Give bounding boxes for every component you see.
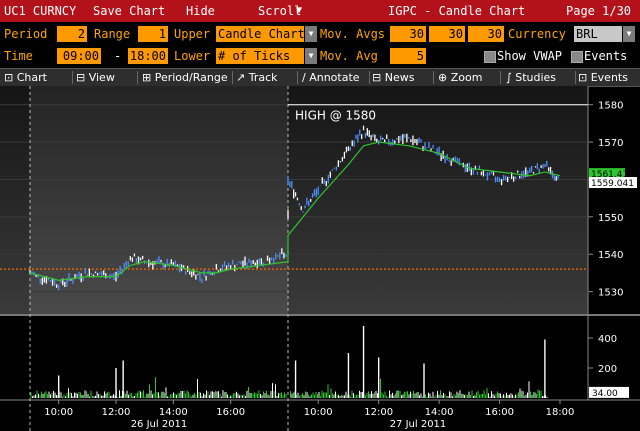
last-price-value: 1559.041: [591, 179, 634, 189]
price-tick-label: 1530: [598, 288, 623, 299]
currency-label: Currency: [508, 27, 566, 41]
mov-avg-input-2[interactable]: 30: [429, 26, 465, 42]
lower-dropdown-icon[interactable]: ▼: [305, 48, 317, 64]
scroll-button[interactable]: Scroll: [258, 0, 301, 22]
volume-axis: 400 200: [588, 334, 617, 375]
time-tick-label: 14:00: [425, 407, 454, 418]
mov-avg-lower-input[interactable]: 5: [390, 48, 426, 64]
upper-select[interactable]: Candle Chart: [216, 26, 305, 42]
toolbar-view-button[interactable]: ⊟ View: [76, 69, 115, 86]
toolbar-zoom-label: Zoom: [450, 71, 483, 84]
time-axis: 10:00 12:00 14:00 16:00 10:00 12:00 14:00 16:00…: [44, 400, 574, 430]
scroll-dropdown-icon[interactable]: ▼: [296, 0, 302, 22]
time-end-input[interactable]: 18:00: [128, 48, 168, 64]
time-tick-label: 12:00: [102, 407, 131, 418]
toolbar-annotate-label: Annotate: [309, 71, 360, 84]
toolbar-news-label: News: [384, 71, 415, 84]
time-tick-label: 16:00: [485, 407, 514, 418]
date-label: 27 Jul 2011: [390, 419, 447, 430]
upper-dropdown-icon[interactable]: ▼: [305, 26, 317, 42]
title-bar: UC1 CURNCY Save Chart Hide Scroll ▼ IGPC…: [0, 0, 640, 22]
toolbar-divider: [433, 71, 434, 84]
toolbar-divider: [72, 71, 73, 84]
period-icon: ⊞: [142, 71, 152, 84]
show-vwap-label: Show VWAP: [497, 49, 563, 63]
upper-label: Upper: [174, 27, 211, 41]
save-chart-button[interactable]: Save Chart: [93, 0, 165, 22]
range-label: Range: [94, 27, 131, 41]
lower-label: Lower: [174, 49, 211, 63]
toolbar-news-button[interactable]: ⊟ News: [372, 69, 414, 86]
show-vwap-checkbox[interactable]: [484, 51, 496, 63]
lower-select[interactable]: # of Ticks: [216, 48, 304, 64]
annotate-icon: ∕: [302, 71, 306, 84]
toolbar-studies-button[interactable]: ∫ Studies: [506, 69, 556, 86]
toolbar-chart-label: Chart: [16, 71, 47, 84]
high-annotation-label: HIGH @ 1580: [295, 109, 376, 123]
mov-avg-input-1[interactable]: 30: [390, 26, 426, 42]
time-tick-label: 10:00: [44, 407, 73, 418]
volume-panel-background: [0, 318, 588, 400]
time-separator: -: [114, 49, 122, 63]
volume-tick-label: 200: [598, 364, 617, 375]
toolbar-divider: [137, 71, 138, 84]
toolbar-divider: [500, 71, 501, 84]
events-icon: ⊡: [578, 71, 588, 84]
time-tick-label: 12:00: [364, 407, 393, 418]
mov-avgs-label: Mov. Avgs: [320, 27, 386, 41]
chart-icon: ⊡: [4, 71, 14, 84]
toolbar-chart-button[interactable]: ⊡ Chart: [4, 69, 47, 86]
currency-dropdown-icon[interactable]: ▼: [623, 26, 635, 42]
price-chart[interactable]: 158015701560155015401530 400200 10:0012:…: [0, 86, 640, 431]
period-label: Period: [4, 27, 48, 41]
chart-toolbar: ⊡ Chart ⊟ View ⊞ Period/Range ↗ Track ∕ …: [0, 68, 640, 87]
mov-avg-label: Mov. Avg: [320, 49, 378, 63]
toolbar-studies-label: Studies: [515, 71, 557, 84]
toolbar-period-button[interactable]: ⊞ Period/Range: [142, 69, 228, 86]
toolbar-events-label: Events: [590, 71, 628, 84]
zoom-icon: ⊕: [438, 71, 448, 84]
time-start-input[interactable]: 09:00: [57, 48, 101, 64]
view-icon: ⊟: [76, 71, 86, 84]
volume-tick-label: 400: [598, 334, 617, 345]
events-checkbox[interactable]: [571, 51, 583, 63]
toolbar-view-label: View: [88, 71, 115, 84]
range-input[interactable]: 1: [138, 26, 168, 42]
time-tick-label: 16:00: [216, 407, 245, 418]
studies-icon: ∫: [506, 71, 512, 84]
news-icon: ⊟: [372, 71, 382, 84]
toolbar-divider: [232, 71, 233, 84]
toolbar-events-button[interactable]: ⊡ Events: [578, 69, 628, 86]
toolbar-zoom-button[interactable]: ⊕ Zoom: [438, 69, 482, 86]
toolbar-divider: [575, 71, 576, 84]
toolbar-annotate-button[interactable]: ∕ Annotate: [302, 69, 360, 86]
toolbar-period-label: Period/Range: [154, 71, 228, 84]
track-icon: ↗: [236, 71, 246, 84]
toolbar-divider: [297, 71, 298, 84]
ticker-label: UC1 CURNCY: [4, 4, 77, 18]
currency-select[interactable]: BRL: [574, 26, 622, 42]
time-tick-label: 10:00: [304, 407, 333, 418]
hide-button[interactable]: Hide: [186, 0, 215, 22]
events-label: Events: [584, 49, 628, 63]
time-label: Time: [4, 49, 33, 63]
mov-avg-input-3[interactable]: 30: [468, 26, 504, 42]
toolbar-track-label: Track: [248, 71, 278, 84]
time-tick-label: 14:00: [159, 407, 188, 418]
price-tick-label: 1550: [598, 213, 623, 224]
price-tick-label: 1570: [598, 138, 623, 149]
price-tick-label: 1540: [598, 250, 623, 261]
toolbar-track-button[interactable]: ↗ Track: [236, 69, 278, 86]
last-volume-value: 34.00: [592, 389, 618, 399]
time-tick-label: 18:00: [546, 407, 575, 418]
date-label: 26 Jul 2011: [131, 419, 188, 430]
toolbar-divider: [369, 71, 370, 84]
price-tick-label: 1580: [598, 101, 623, 112]
price-axis: 158015701560155015401530: [588, 101, 623, 299]
chart-title: IGPC - Candle Chart: [388, 4, 526, 18]
page-indicator: Page 1/30: [566, 4, 632, 18]
period-input[interactable]: 2: [57, 26, 87, 42]
